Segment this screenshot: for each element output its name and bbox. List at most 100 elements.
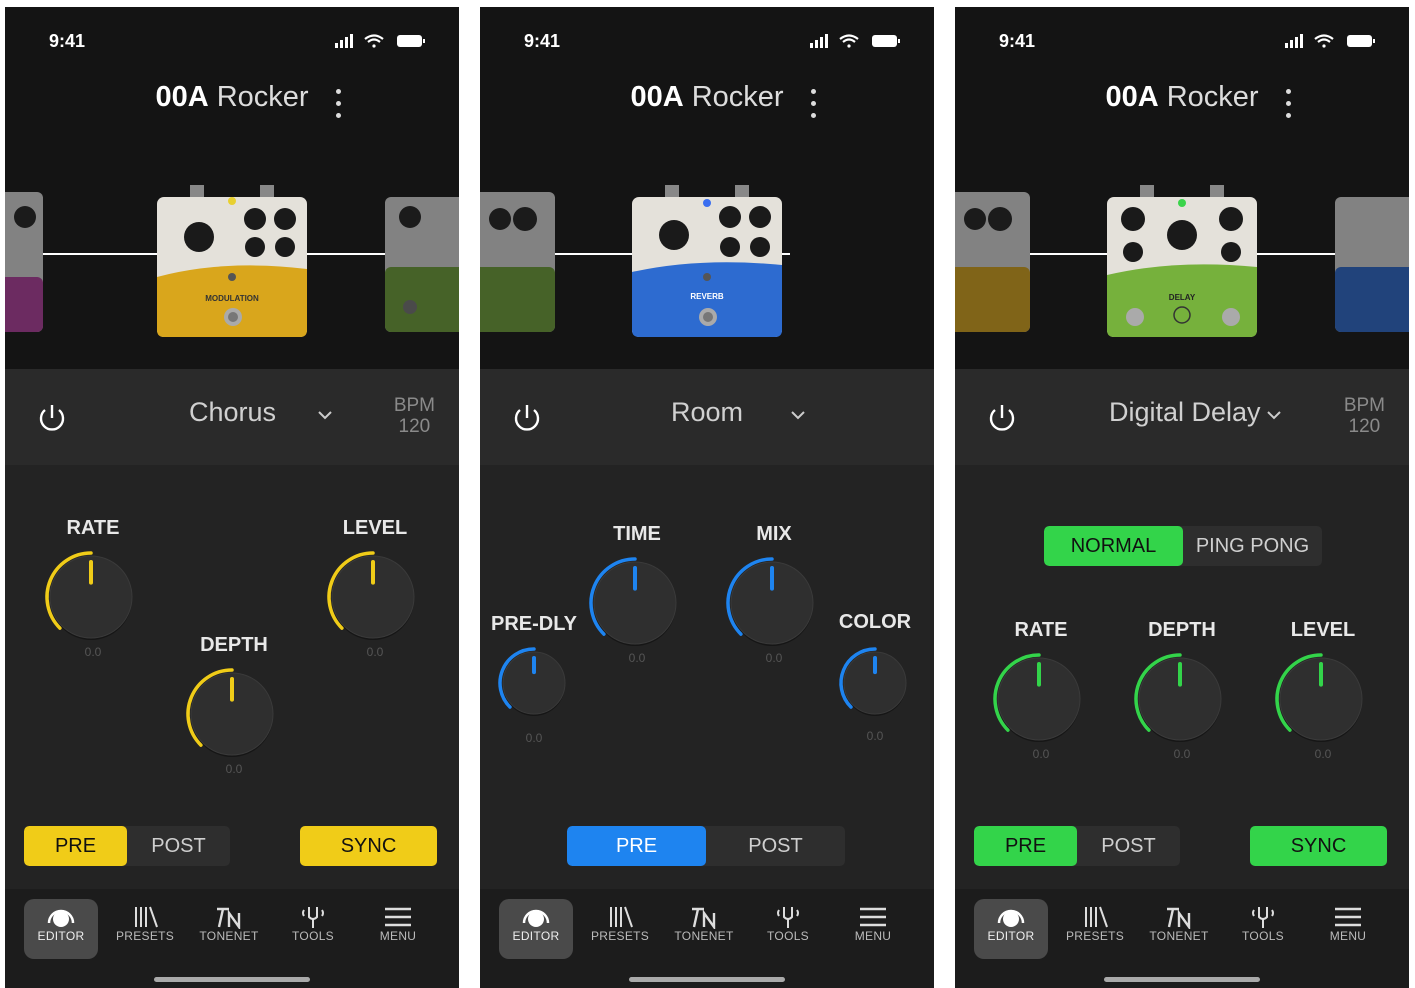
pedal-compressor-partial [5,192,43,332]
battery-icon [397,35,425,47]
home-indicator [154,977,310,982]
bpm-display[interactable]: BPM 120 [1344,395,1385,437]
home-indicator [1104,977,1260,982]
status-time: 9:41 [49,31,86,51]
effect-name[interactable]: Digital Delay [1109,397,1261,428]
tuning-fork-icon [302,907,324,928]
knob-label: MIX [756,523,792,545]
tab-editor[interactable]: EDITOR [499,899,573,959]
tab-menu[interactable]: MENU [1311,899,1385,959]
preset-name: Rocker [216,81,309,113]
status-icons [810,34,900,48]
chevron-down-icon[interactable] [317,409,333,421]
phone-screen-reverb: 9:41 00A Rocker REVERB Room TIME 0.0 MIX… [480,7,934,988]
preset-title: 00A Rocker [5,81,459,121]
signal-icon [810,34,828,48]
tuning-fork-icon [777,907,799,928]
effect-selector-bar: Room [480,369,934,465]
effect-control-panel: Chorus BPM 120 RATE 0.0 LEVEL 0.0 DEPTH 0… [5,369,459,889]
tab-presets[interactable]: PRESETS [583,899,657,959]
tab-presets[interactable]: PRESETS [1058,899,1132,959]
pedal-label: DELAY [1169,293,1196,302]
post-option[interactable]: POST [706,826,845,866]
knob-pre-delay[interactable]: PRE-DLY 0.0 [491,613,577,745]
sync-button[interactable]: SYNC [1250,826,1387,866]
presets-library-icon [1085,906,1108,928]
pre-post-toggle[interactable]: PRE POST [567,826,845,866]
bpm-display[interactable]: BPM 120 [394,395,435,437]
bpm-label: BPM [393,395,435,416]
sync-button[interactable]: SYNC [300,826,437,866]
hamburger-menu-icon [385,907,411,927]
pre-option[interactable]: PRE [974,826,1077,866]
preset-number: 00A [155,81,209,113]
pedal-delay-partial [385,197,459,332]
more-options-icon[interactable] [811,89,817,119]
post-option[interactable]: POST [1077,826,1180,866]
tonenet-icon [692,907,716,929]
effect-name[interactable]: Room [671,397,743,428]
tab-tonenet[interactable]: TONENET [667,899,741,959]
more-options-icon[interactable] [336,89,342,119]
more-options-icon[interactable] [1286,89,1292,119]
pedal-label: REVERB [690,292,724,301]
knob-depth[interactable]: DEPTH 0.0 [184,634,284,776]
normal-option[interactable]: NORMAL [1044,526,1183,566]
knob-color[interactable]: COLOR 0.0 [837,611,913,743]
tab-menu[interactable]: MENU [361,899,435,959]
bpm-value: 120 [398,416,431,437]
knob-level[interactable]: LEVEL 0.0 [1273,619,1373,761]
tab-tools[interactable]: TOOLS [276,899,350,959]
tab-menu[interactable]: MENU [836,899,910,959]
knob-rate[interactable]: RATE 0.0 [43,517,143,659]
knob-value: 0.0 [866,729,884,743]
knob-label: PRE-DLY [491,613,577,635]
power-icon[interactable] [985,401,1019,435]
knob-rate[interactable]: RATE 0.0 [991,619,1091,761]
knob-level[interactable]: LEVEL 0.0 [325,517,425,659]
tab-tools[interactable]: TOOLS [751,899,825,959]
status-time: 9:41 [999,31,1036,51]
pre-option[interactable]: PRE [24,826,127,866]
pre-post-toggle[interactable]: PRE POST [974,826,1180,866]
ping-pong-option[interactable]: PING PONG [1183,526,1322,566]
pedal-chain[interactable]: MODULATION [5,167,459,367]
presets-library-icon [610,906,633,928]
pre-option[interactable]: PRE [567,826,706,866]
editor-knob-icon [997,909,1025,927]
chevron-down-icon[interactable] [1266,409,1282,421]
chevron-down-icon[interactable] [790,409,806,421]
bpm-label: BPM [1343,395,1385,416]
knob-label: COLOR [838,611,912,633]
effect-name[interactable]: Chorus [189,397,276,428]
presets-library-icon [135,906,158,928]
pre-post-toggle[interactable]: PRE POST [24,826,230,866]
tab-presets[interactable]: PRESETS [108,899,182,959]
delay-mode-toggle[interactable]: NORMAL PING PONG [1044,526,1322,566]
pedal-label: MODULATION [205,294,259,303]
power-icon[interactable] [510,401,544,435]
knob-label: DEPTH [200,634,268,656]
tab-tonenet[interactable]: TONENET [1142,899,1216,959]
tab-tools[interactable]: TOOLS [1226,899,1300,959]
tab-tonenet[interactable]: TONENET [192,899,266,959]
knob-time[interactable]: TIME 0.0 [587,523,687,665]
bottom-tab-bar: EDITOR PRESETS TONENET TOOLS MENU [480,889,934,988]
tab-editor[interactable]: EDITOR [974,899,1048,959]
pedal-chain[interactable]: REVERB [480,167,934,367]
pedal-delay-partial [480,192,555,332]
knob-mix[interactable]: MIX 0.0 [724,523,824,665]
knob-depth[interactable]: DEPTH 0.0 [1132,619,1232,761]
preset-name: Rocker [1166,81,1259,113]
status-icons [1285,34,1375,48]
preset-number: 00A [1105,81,1159,113]
tab-editor[interactable]: EDITOR [24,899,98,959]
post-option[interactable]: POST [127,826,230,866]
signal-icon [1285,34,1303,48]
effect-selector-bar: Chorus BPM 120 [5,369,459,465]
pedal-chain[interactable]: DELAY [955,167,1409,367]
power-icon[interactable] [35,401,69,435]
wifi-icon [364,34,384,48]
effect-control-panel: Digital Delay BPM 120 NORMAL PING PONG RA… [955,369,1409,889]
bottom-tab-bar: EDITOR PRESETS TONENET TOOLS MENU [955,889,1409,988]
